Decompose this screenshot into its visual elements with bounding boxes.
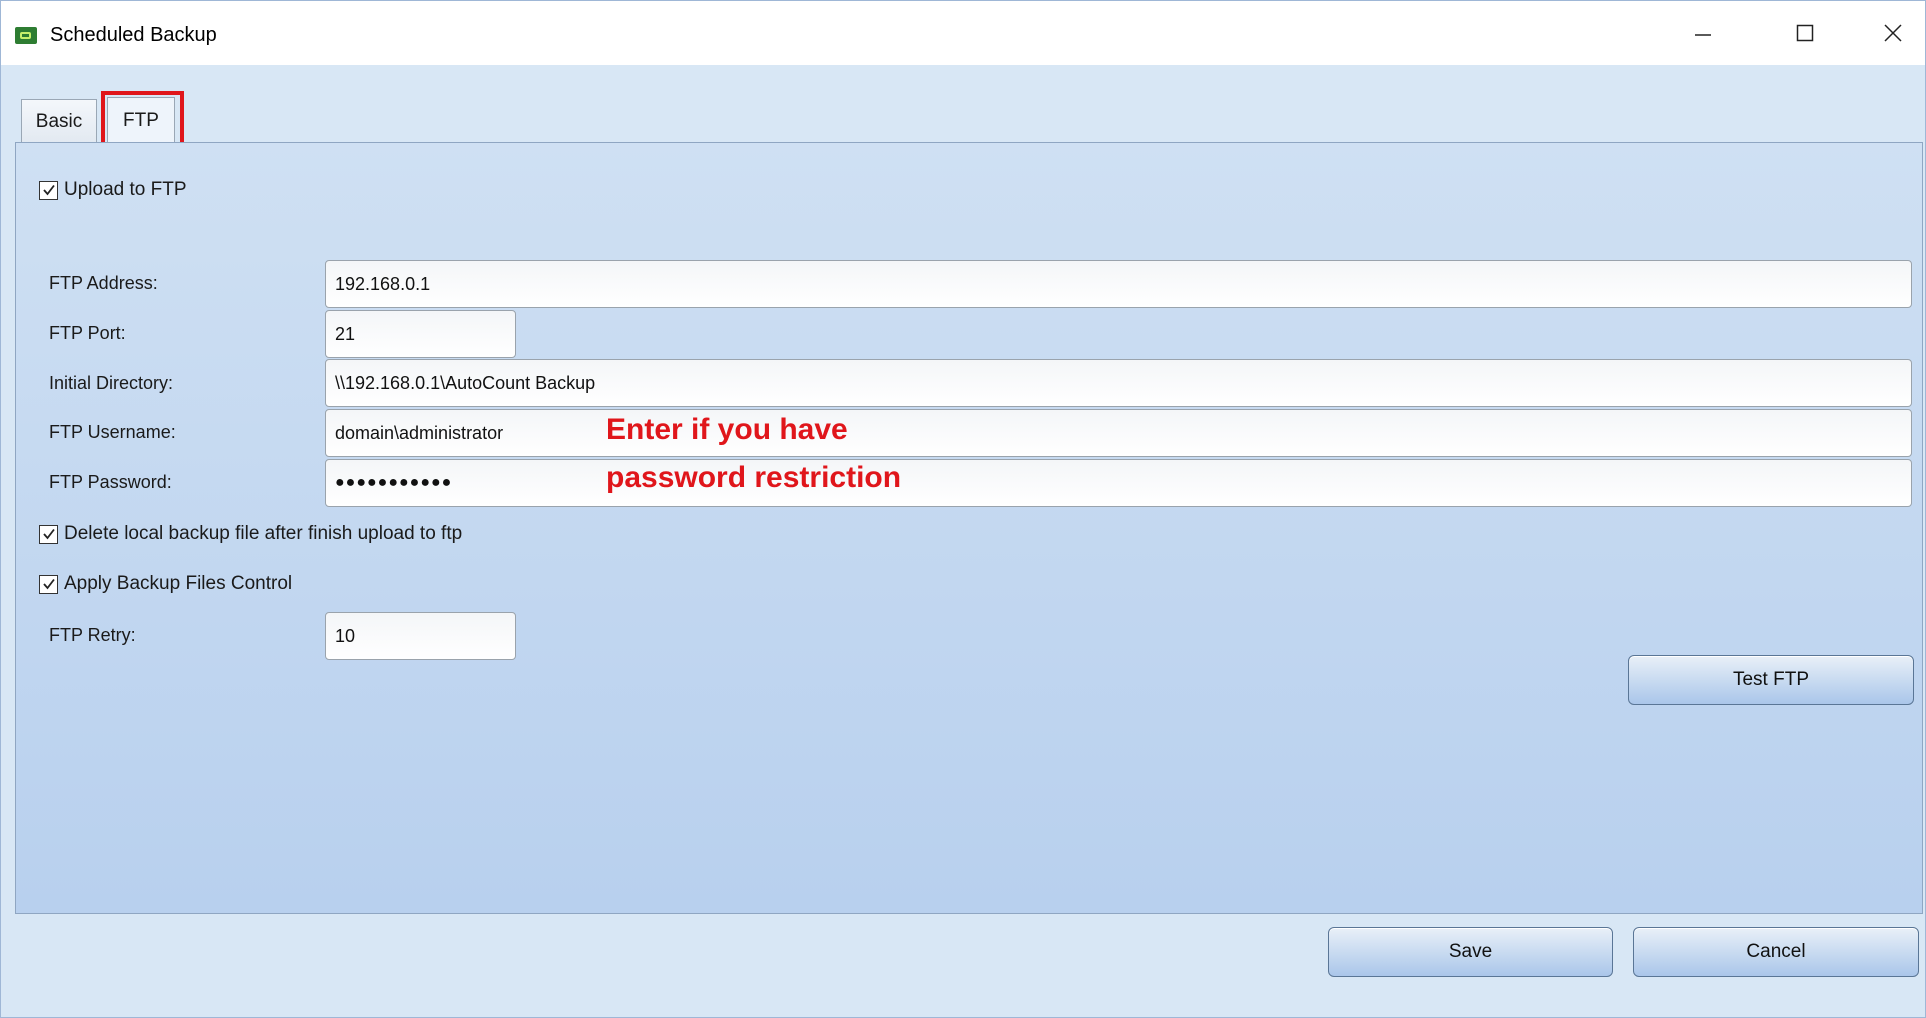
ftp-address-label: FTP Address: [49, 273, 158, 293]
apply-backup-files-control-checkbox[interactable]: Apply Backup Files Control [39, 573, 292, 595]
upload-to-ftp-label: Upload to FTP [64, 179, 187, 200]
scheduled-backup-window: Scheduled Backup Basic FTP Upload to FTP… [0, 0, 1926, 1018]
ftp-username-label: FTP Username: [49, 422, 176, 442]
test-ftp-button[interactable]: Test FTP [1628, 655, 1914, 705]
checkmark-icon [42, 578, 55, 590]
maximize-button[interactable] [1783, 15, 1827, 51]
cancel-button[interactable]: Cancel [1633, 927, 1919, 977]
checkbox-box [39, 524, 58, 544]
tab-basic[interactable]: Basic [21, 99, 97, 143]
minimize-button[interactable] [1681, 15, 1725, 51]
annotation-line-1: Enter if you have [606, 413, 848, 446]
ftp-retry-field[interactable]: 10 [325, 612, 516, 660]
checkmark-icon [42, 184, 55, 196]
annotation-line-2: password restriction [606, 461, 902, 494]
delete-local-backup-label: Delete local backup file after finish up… [64, 523, 463, 544]
close-button[interactable] [1871, 15, 1915, 51]
ftp-password-field[interactable]: ●●●●●●●●●●● [325, 459, 1912, 507]
delete-local-backup-checkbox[interactable]: Delete local backup file after finish up… [39, 523, 462, 545]
upload-to-ftp-checkbox[interactable]: Upload to FTP [39, 179, 187, 201]
app-icon [15, 27, 37, 44]
close-icon [1884, 24, 1902, 42]
ftp-port-label: FTP Port: [49, 323, 126, 343]
minimize-icon [1695, 34, 1711, 36]
maximize-icon [1796, 24, 1814, 42]
ftp-panel: Upload to FTP FTP Address: FTP Port: Ini… [15, 142, 1923, 914]
initial-directory-field[interactable]: \\192.168.0.1\AutoCount Backup [325, 359, 1912, 407]
apply-backup-files-control-label: Apply Backup Files Control [64, 573, 293, 594]
checkbox-box [39, 574, 58, 594]
checkbox-box [39, 180, 58, 200]
title-bar: Scheduled Backup [1, 1, 1925, 65]
save-button[interactable]: Save [1328, 927, 1613, 977]
checkmark-icon [42, 528, 55, 540]
ftp-address-field[interactable]: 192.168.0.1 [325, 260, 1912, 308]
ftp-retry-label: FTP Retry: [49, 625, 136, 645]
window-title: Scheduled Backup [50, 24, 217, 46]
ftp-password-label: FTP Password: [49, 472, 172, 492]
ftp-port-field[interactable]: 21 [325, 310, 516, 358]
ftp-username-field[interactable]: domain\administrator [325, 409, 1912, 457]
initial-directory-label: Initial Directory: [49, 373, 174, 393]
